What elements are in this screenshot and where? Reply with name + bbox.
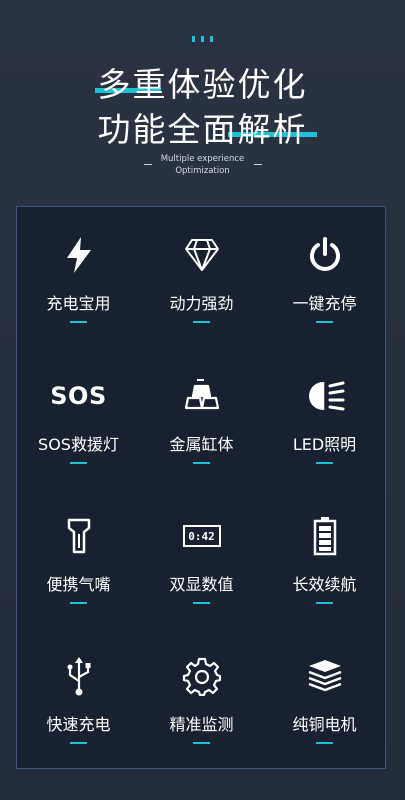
feature-label: 充电宝用 <box>46 294 111 313</box>
feature-dash <box>316 602 333 604</box>
feature-dual-display: 0:42 双显数值 <box>140 488 263 628</box>
headlight-icon <box>263 376 386 416</box>
feature-label: 便携气嘴 <box>46 575 111 594</box>
feature-label: 精准监测 <box>169 715 234 734</box>
subtitle: Multiple experience Optimization <box>0 153 405 177</box>
power-icon <box>263 235 386 275</box>
page-title-line-2: 功能全面解析 <box>97 110 308 149</box>
feature-portable-nozzle: 便携气嘴 <box>17 488 140 628</box>
feature-label: 纯铜电机 <box>292 715 357 734</box>
feature-power-bank: 充电宝用 <box>17 207 140 347</box>
digital-display-icon: 0:42 <box>140 516 263 556</box>
feature-label: 快速充电 <box>46 715 111 734</box>
feature-dash <box>193 462 210 464</box>
top-accent-dashes <box>0 36 405 42</box>
feature-label: 动力强劲 <box>169 294 234 313</box>
accent-dash <box>210 36 213 42</box>
feature-long-endurance: 长效续航 <box>263 488 386 628</box>
accent-dash <box>192 36 195 42</box>
copper-coil-icon <box>263 656 386 696</box>
battery-icon <box>263 516 386 556</box>
features-panel: 充电宝用 动力强劲 一键充停 SOS SOS救援灯 金属缸体 LED照明 便携气… <box>16 206 386 769</box>
feature-dash <box>193 321 210 323</box>
air-nozzle-icon <box>17 516 140 556</box>
feature-copper-motor: 纯铜电机 <box>263 628 386 768</box>
diamond-icon <box>140 235 263 275</box>
feature-dash <box>70 321 87 323</box>
feature-dash <box>316 462 333 464</box>
subtitle-line-2: Optimization <box>175 166 230 176</box>
feature-strong-power: 动力强劲 <box>140 207 263 347</box>
accent-dash <box>201 36 204 42</box>
subtitle-line-1: Multiple experience <box>160 154 245 164</box>
feature-label: 金属缸体 <box>169 435 234 454</box>
feature-dash <box>70 462 87 464</box>
feature-led-light: LED照明 <box>263 348 386 488</box>
feature-label: 长效续航 <box>292 575 357 594</box>
feature-fast-charge: 快速充电 <box>17 628 140 768</box>
feature-dash <box>70 742 87 744</box>
feature-sos-light: SOS SOS救援灯 <box>17 348 140 488</box>
feature-label: 一键充停 <box>292 294 357 313</box>
feature-one-key: 一键充停 <box>263 207 386 347</box>
feature-dash <box>316 742 333 744</box>
feature-label: SOS救援灯 <box>38 435 119 454</box>
feature-precise-monitoring: 精准监测 <box>140 628 263 768</box>
feature-label: LED照明 <box>292 435 357 454</box>
feature-dash <box>70 602 87 604</box>
feature-label: 双显数值 <box>169 575 234 594</box>
sos-icon: SOS <box>50 382 107 410</box>
lightning-icon <box>17 235 140 275</box>
usb-icon <box>17 656 140 696</box>
metal-bars-icon <box>140 376 263 416</box>
feature-metal-cylinder: 金属缸体 <box>140 348 263 488</box>
feature-dash <box>193 742 210 744</box>
feature-dash <box>193 602 210 604</box>
page-title-line-1: 多重体验优化 <box>97 65 308 104</box>
gear-icon <box>140 656 263 696</box>
feature-dash <box>316 321 333 323</box>
